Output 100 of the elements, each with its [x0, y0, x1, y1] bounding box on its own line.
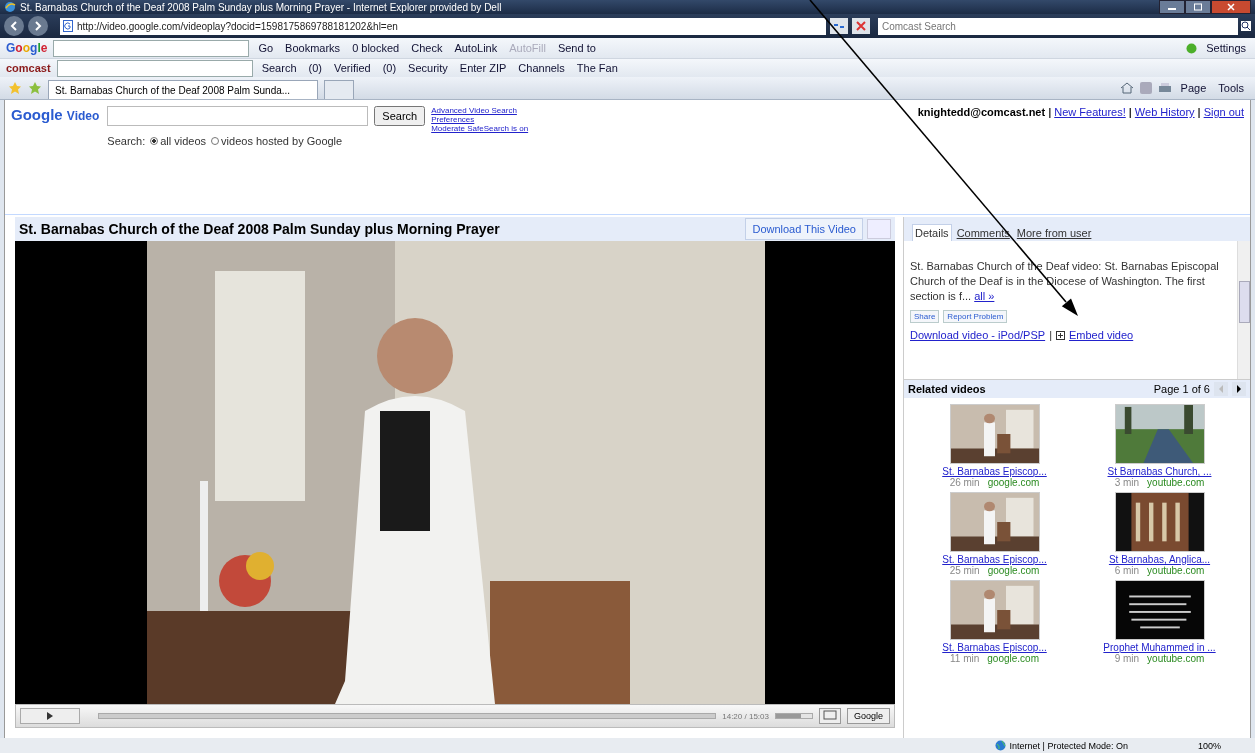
add-favorite-icon[interactable] — [28, 81, 42, 95]
video-duration: 9 min — [1114, 653, 1140, 664]
address-field[interactable]: http://video.google.com/videoplay?docid=1598175869788181202&hl=en — [60, 17, 826, 35]
play-button[interactable] — [20, 708, 80, 724]
toolbar-button[interactable]: (0) — [379, 62, 400, 74]
right-arrow-icon — [1236, 385, 1242, 393]
printer-icon[interactable] — [1157, 82, 1172, 94]
toolbar-button[interactable]: Search — [258, 62, 300, 74]
security-zone: Internet | Protected Mode: On — [1009, 740, 1128, 751]
related-video-link[interactable]: St Barnabas, Anglica... — [1108, 554, 1211, 565]
related-title: Related videos — [908, 383, 986, 395]
related-video-link[interactable]: St. Barnabas Episcop... — [942, 554, 1047, 565]
home-icon[interactable] — [1119, 82, 1134, 94]
action-button[interactable]: Report Problem — [943, 310, 1008, 323]
action-button[interactable]: Share — [910, 310, 940, 323]
zoom-button[interactable]: 100% — [1191, 739, 1227, 752]
user-link[interactable]: New Features! — [1054, 106, 1126, 214]
page-indicator: Page 1 of 6 — [1153, 383, 1210, 395]
separator: | — [1197, 106, 1201, 120]
toolbar-button[interactable]: 0 blocked — [349, 42, 403, 54]
toolbar-logo: comcast — [6, 62, 51, 74]
video-duration: 6 min — [1114, 565, 1140, 576]
refresh-icon[interactable] — [830, 18, 848, 34]
new-tab-button[interactable] — [324, 80, 354, 99]
video-duration: 26 min — [949, 477, 980, 488]
user-link[interactable]: Web History — [1134, 106, 1195, 214]
user-email: knightedd@comcast.net — [917, 106, 1046, 120]
video-search-field[interactable] — [107, 106, 369, 126]
toolbar-button[interactable]: The Fan — [573, 62, 621, 74]
command-button[interactable]: Tools — [1215, 82, 1247, 94]
video-source: google.com — [987, 653, 1039, 664]
volume-slider[interactable] — [774, 713, 813, 719]
video-duration: 25 min — [949, 565, 980, 576]
related-video-link[interactable]: St. Barnabas Episcop... — [942, 642, 1047, 653]
search-field[interactable]: Comcast Search — [878, 17, 1238, 35]
window-title: St. Barnabas Church of the Deaf 2008 Palm Sunday plus Morning Prayer - Internet Explorer provided by Dell — [20, 1, 502, 13]
header-link[interactable]: Preferences — [431, 115, 529, 124]
fullscreen-icon — [822, 710, 837, 720]
forward-button[interactable] — [28, 16, 48, 36]
header-link[interactable]: Advanced Video Search — [431, 106, 529, 115]
maximize-icon — [1193, 3, 1203, 11]
browser-logo-icon — [4, 1, 16, 13]
site-logo[interactable]: Google Video — [11, 106, 100, 214]
toolbar-search-field[interactable] — [53, 39, 250, 57]
search-button[interactable]: Search — [374, 106, 426, 126]
toolbar-button[interactable]: Check — [408, 42, 446, 54]
close-button[interactable] — [1211, 0, 1251, 14]
download-link[interactable]: Download video - iPod/PSP — [910, 329, 1046, 341]
toolbar-button[interactable]: Security — [405, 62, 451, 74]
globe-icon — [994, 740, 1006, 751]
video-source: google.com — [987, 477, 1040, 488]
video-title: St. Barnabas Church of the Deaf 2008 Palm Sunday plus Morning Prayer — [19, 221, 501, 237]
details-tab[interactable]: Comments — [954, 225, 1012, 241]
details-tab[interactable]: Details — [912, 224, 952, 241]
toolbar-button[interactable]: Send to — [554, 42, 599, 54]
time-display: 14:20 / 15:03 — [722, 711, 769, 721]
left-arrow-icon — [1218, 385, 1224, 393]
favorites-star-icon[interactable] — [8, 81, 22, 95]
toolbar-button[interactable]: Verified — [330, 62, 374, 74]
header-link[interactable]: Moderate SafeSearch is on — [431, 124, 529, 133]
scrollbar[interactable] — [1237, 241, 1250, 379]
video-duration: 3 min — [1114, 477, 1140, 488]
radio-option[interactable]: videos hosted by Google — [211, 135, 343, 147]
toolbar-button[interactable]: Channels — [515, 62, 568, 74]
stop-icon[interactable] — [852, 18, 870, 34]
toolbar-logo: Google — [6, 41, 48, 55]
toolbar-button[interactable]: Enter ZIP — [456, 62, 510, 74]
radio-option[interactable]: all videos — [150, 135, 207, 147]
separator: | — [1128, 106, 1132, 120]
related-video-link[interactable]: Prophet Muhammed in ... — [1103, 642, 1216, 653]
toolbar-button[interactable]: AutoLink — [451, 42, 501, 54]
toolbar-button[interactable]: Go — [255, 42, 277, 54]
back-button[interactable] — [4, 16, 24, 36]
browser-tab[interactable]: St. Barnabas Church of the Deaf 2008 Palm Sunda... — [48, 80, 318, 99]
toolbar-button[interactable]: Bookmarks — [282, 42, 344, 54]
search-label: Search: — [107, 135, 146, 147]
user-link[interactable]: Sign out — [1203, 106, 1244, 214]
embed-link[interactable]: Embed video — [1069, 329, 1134, 341]
status-dot-icon — [1186, 42, 1198, 54]
plus-icon — [1056, 330, 1065, 340]
play-icon — [46, 711, 54, 721]
command-button[interactable]: Page — [1177, 82, 1210, 94]
player-menu-button[interactable]: Google — [846, 708, 890, 724]
search-icon[interactable] — [1241, 21, 1251, 31]
toolbar-button[interactable]: (0) — [305, 62, 325, 74]
related-video-link[interactable]: St. Barnabas Episcop... — [942, 466, 1047, 477]
related-video-link[interactable]: St Barnabas Church, ... — [1107, 466, 1212, 477]
minimize-button[interactable] — [1159, 0, 1185, 14]
video-source: google.com — [987, 565, 1040, 576]
more-link[interactable]: all » — [974, 290, 995, 302]
fullscreen-button[interactable] — [818, 708, 841, 724]
close-icon — [1226, 3, 1236, 11]
toolbar-search-field[interactable] — [56, 59, 253, 77]
settings-button[interactable]: Settings — [1203, 42, 1249, 54]
download-button[interactable]: Download This Video — [745, 218, 863, 240]
details-tab[interactable]: More from user — [1014, 225, 1094, 241]
next-page-button[interactable] — [1232, 382, 1246, 396]
maximize-button[interactable] — [1185, 0, 1211, 14]
video-source: youtube.com — [1147, 653, 1205, 664]
video-source: youtube.com — [1147, 477, 1205, 488]
